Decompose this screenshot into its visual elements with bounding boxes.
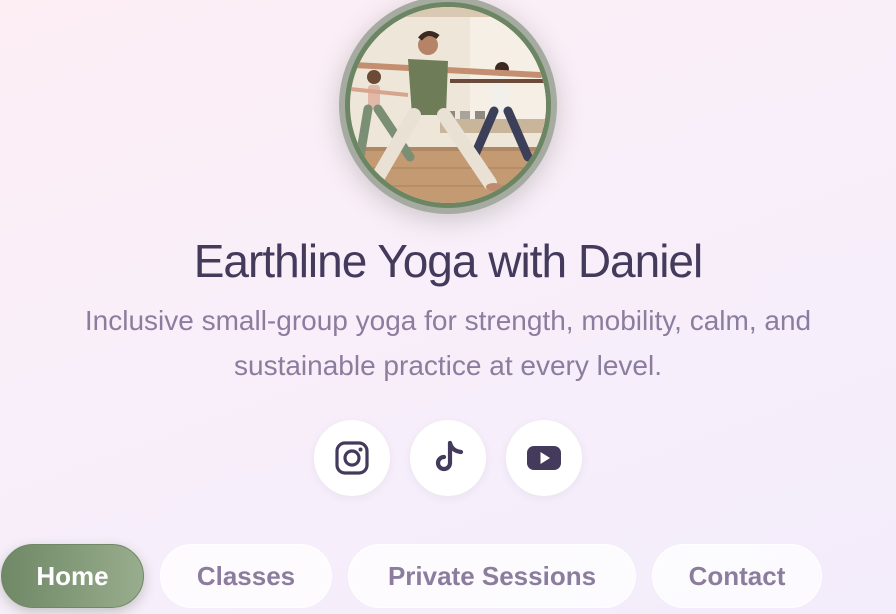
youtube-button[interactable] <box>506 420 582 496</box>
instagram-button[interactable] <box>314 420 390 496</box>
nav-contact[interactable]: Contact <box>652 544 822 608</box>
yoga-class-photo <box>350 7 546 203</box>
tiktok-button[interactable] <box>410 420 486 496</box>
nav-classes[interactable]: Classes <box>160 544 332 608</box>
nav-home[interactable]: Home <box>1 544 144 608</box>
page-title: Earthline Yoga with Daniel <box>193 235 703 287</box>
instagram-icon <box>335 441 369 475</box>
tagline: Inclusive small-group yoga for strength,… <box>84 305 812 381</box>
avatar-frame <box>339 0 557 214</box>
main-nav: Home Classes Private Sessions Contact <box>0 544 896 610</box>
youtube-icon <box>527 446 561 470</box>
tiktok-icon <box>435 440 464 472</box>
nav-private-sessions[interactable]: Private Sessions <box>348 544 636 608</box>
avatar <box>345 2 551 208</box>
social-links <box>314 420 582 496</box>
